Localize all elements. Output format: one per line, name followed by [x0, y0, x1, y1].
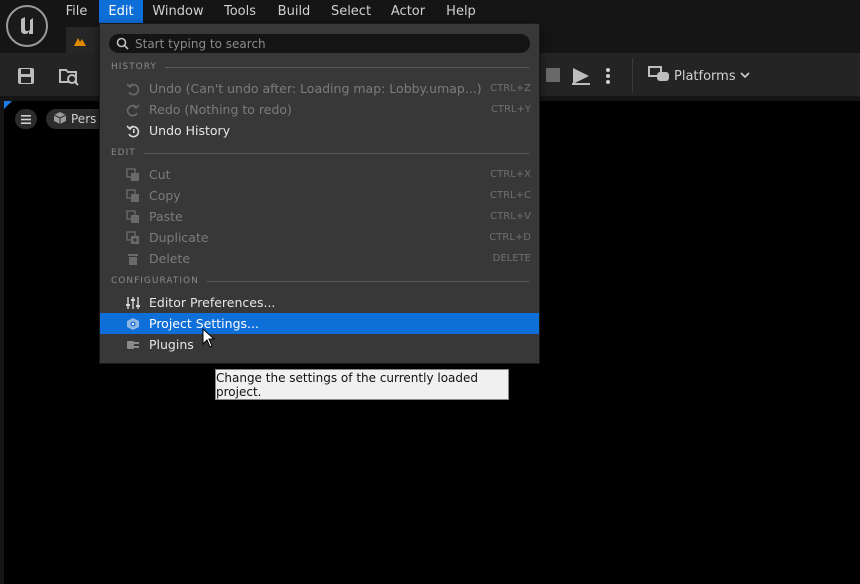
menu-item-label: Copy: [149, 188, 181, 203]
sliders-icon: [125, 295, 141, 311]
undo-history-icon: [125, 123, 141, 139]
menu-actor[interactable]: Actor: [385, 0, 431, 23]
menu-item-label: Redo (Nothing to redo): [149, 102, 292, 117]
toolbar-divider: [632, 58, 633, 92]
menu-select[interactable]: Select: [325, 0, 377, 23]
menu-search-field[interactable]: [109, 34, 530, 53]
menu-window[interactable]: Window: [149, 0, 207, 23]
shortcut-text: CTRL+Y: [490, 104, 531, 115]
menu-item-label: Delete: [149, 251, 191, 266]
shortcut-text: DELETE: [492, 253, 531, 264]
project-settings-icon: [125, 316, 141, 332]
section-header-edit: EDIT: [111, 147, 529, 159]
tooltip-text: Change the settings of the currently loa…: [216, 370, 479, 399]
menu-build[interactable]: Build: [272, 0, 316, 23]
menu-item-label: Duplicate: [149, 230, 209, 245]
cut-icon: [125, 167, 141, 183]
plugin-icon: [125, 337, 141, 353]
menu-item-project-settings[interactable]: Project Settings...: [100, 313, 539, 334]
section-header-history: HISTORY: [111, 61, 529, 73]
menu-item-duplicate[interactable]: Duplicate CTRL+D: [100, 227, 539, 248]
menubar: File Edit Window Tools Build Select Acto…: [0, 0, 860, 23]
shortcut-text: CTRL+V: [490, 211, 531, 222]
shortcut-text: CTRL+X: [490, 169, 531, 180]
platforms-button[interactable]: Platforms: [648, 64, 750, 88]
duplicate-icon: [125, 230, 141, 246]
paste-icon: [125, 209, 141, 225]
platforms-icon: [648, 65, 670, 87]
eject-play-icon[interactable]: [570, 66, 590, 86]
shortcut-text: CTRL+Z: [490, 83, 531, 94]
content-browser-icon[interactable]: [58, 66, 79, 86]
menu-item-label: Paste: [149, 209, 183, 224]
more-options-icon[interactable]: [600, 66, 616, 86]
viewport-active-indicator: [4, 101, 12, 109]
menu-edit[interactable]: Edit: [99, 0, 143, 23]
menu-item-undo-history[interactable]: Undo History: [100, 120, 539, 141]
menu-item-delete[interactable]: Delete DELETE: [100, 248, 539, 269]
menu-item-label: Undo History: [149, 123, 231, 138]
unreal-logo-icon[interactable]: [6, 5, 48, 47]
mouse-cursor-icon: [202, 327, 216, 352]
search-icon: [116, 37, 129, 50]
level-tab[interactable]: [66, 27, 102, 53]
stop-icon[interactable]: [544, 66, 564, 86]
menu-item-label: Plugins: [149, 337, 194, 352]
cube-icon: [53, 111, 67, 128]
shortcut-text: CTRL+D: [489, 232, 531, 243]
menu-file[interactable]: File: [60, 0, 93, 23]
redo-icon: [125, 102, 141, 118]
menu-tools[interactable]: Tools: [217, 0, 263, 23]
level-icon: [74, 38, 86, 46]
menu-item-undo[interactable]: Undo (Can't undo after: Loading map: Lob…: [100, 78, 539, 99]
menu-item-cut[interactable]: Cut CTRL+X: [100, 164, 539, 185]
viewport-options-button[interactable]: [15, 109, 37, 129]
perspective-label: Pers: [71, 112, 97, 126]
tooltip: Change the settings of the currently loa…: [215, 369, 509, 400]
chevron-down-icon: [740, 69, 750, 84]
perspective-button[interactable]: Pers: [46, 109, 102, 129]
menu-item-copy[interactable]: Copy CTRL+C: [100, 185, 539, 206]
menu-search-input[interactable]: [135, 36, 515, 51]
platforms-label: Platforms: [674, 68, 736, 84]
menu-item-label: Cut: [149, 167, 171, 182]
section-header-configuration: CONFIGURATION: [111, 275, 529, 287]
edit-menu-dropdown: HISTORY Undo (Can't undo after: Loading …: [99, 23, 540, 364]
trash-icon: [125, 251, 141, 267]
menu-item-label: Undo (Can't undo after: Loading map: Lob…: [149, 81, 482, 96]
menu-item-label: Editor Preferences...: [149, 295, 276, 310]
shortcut-text: CTRL+C: [490, 190, 531, 201]
menu-help[interactable]: Help: [440, 0, 482, 23]
undo-icon: [125, 81, 141, 97]
menu-item-editor-preferences[interactable]: Editor Preferences...: [100, 292, 539, 313]
copy-icon: [125, 188, 141, 204]
save-icon[interactable]: [16, 66, 36, 86]
menu-item-redo[interactable]: Redo (Nothing to redo) CTRL+Y: [100, 99, 539, 120]
menu-item-paste[interactable]: Paste CTRL+V: [100, 206, 539, 227]
menu-item-plugins[interactable]: Plugins: [100, 334, 539, 355]
hamburger-icon: [21, 114, 31, 124]
